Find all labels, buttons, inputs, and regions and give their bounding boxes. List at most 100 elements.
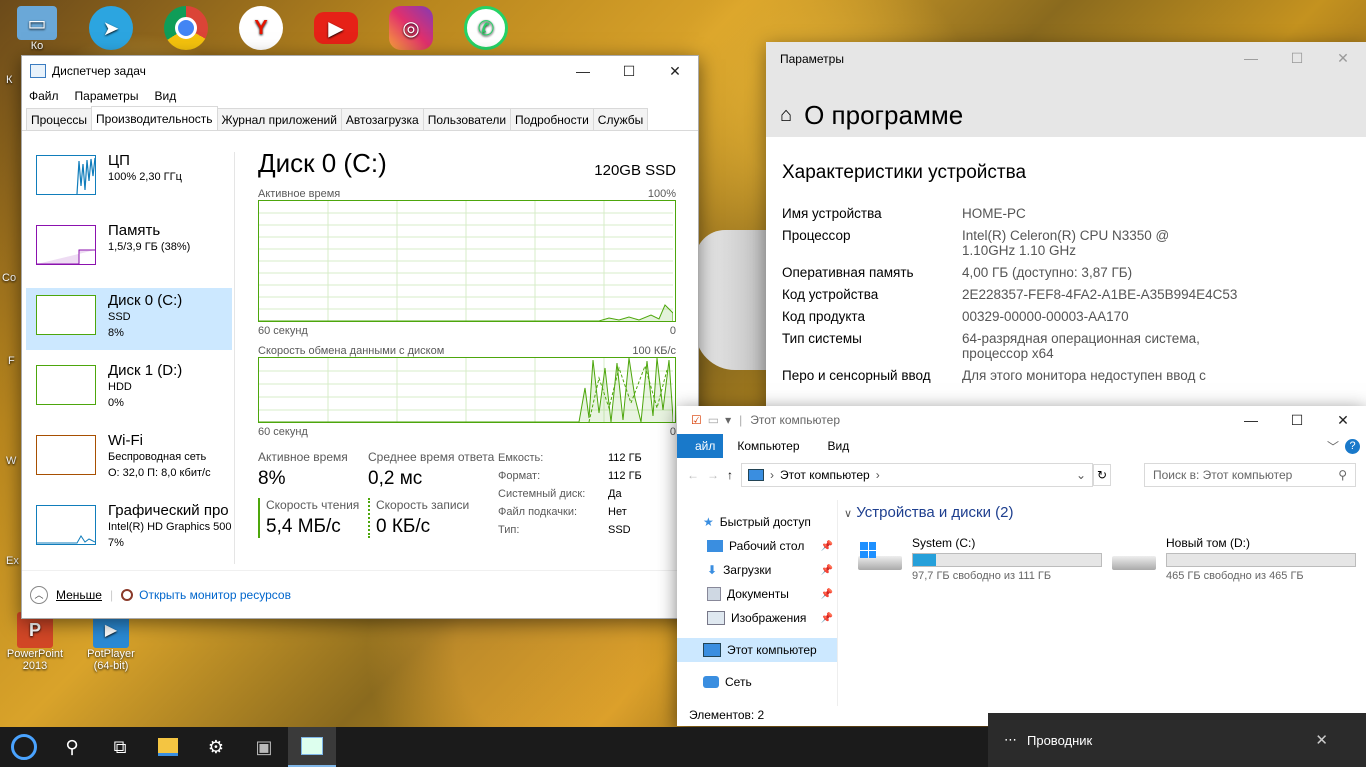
drive-usage-fill — [913, 554, 936, 566]
youtube-desktop-icon[interactable]: ▶ — [305, 6, 367, 44]
whatsapp-desktop-icon[interactable]: ✆ — [455, 6, 517, 50]
search-button[interactable]: ⚲ — [48, 727, 96, 767]
minimize-button[interactable]: — — [560, 56, 606, 86]
tab-processes[interactable]: Процессы — [26, 108, 93, 130]
help-icon[interactable]: ? — [1345, 438, 1360, 454]
graph2-min: 0 — [669, 426, 676, 438]
explorer-notification[interactable]: ⋯ Проводник ✕ — [988, 713, 1366, 767]
explorer-window: ☑ ▭ ▾ | Этот компьютер — ☐ ✕ айл Компьют… — [677, 406, 1366, 726]
notification-text: Проводник — [1027, 732, 1093, 748]
taskbar-task-manager[interactable] — [288, 727, 336, 767]
chevron-up-icon[interactable]: ︿ — [30, 585, 48, 604]
tab-performance[interactable]: Производительность — [91, 106, 218, 130]
address-dropdown-icon[interactable]: ⌄ — [1076, 468, 1086, 482]
minimize-button[interactable]: — — [1228, 42, 1274, 74]
minimize-button[interactable]: — — [1228, 406, 1274, 434]
up-arrow-icon[interactable]: ↑ — [727, 468, 733, 482]
ribbon-computer-tab[interactable]: Компьютер — [737, 439, 799, 453]
close-icon[interactable]: ✕ — [1315, 731, 1328, 749]
refresh-icon[interactable]: ↻ — [1093, 464, 1111, 486]
youtube-icon: ▶ — [314, 12, 358, 44]
nav-documents[interactable]: Документы 📌 — [677, 582, 837, 606]
taskbar-app[interactable]: ▣ — [240, 727, 288, 767]
maximize-button[interactable]: ☐ — [606, 56, 652, 86]
open-resource-monitor-link[interactable]: Открыть монитор ресурсов — [139, 588, 291, 602]
task-view-button[interactable]: ⧉ — [96, 727, 144, 767]
qat-dropdown-icon[interactable]: ▾ — [725, 413, 731, 427]
address-bar[interactable]: › Этот компьютер › ⌄ — [741, 463, 1093, 487]
nav-label: Рабочий стол — [729, 539, 805, 553]
close-button[interactable]: ✕ — [1320, 406, 1366, 434]
close-button[interactable]: ✕ — [1320, 42, 1366, 74]
menu-view[interactable]: Вид — [154, 89, 176, 103]
resource-wifi[interactable]: Wi-Fi Беспроводная сеть О: 32,0 П: 8,0 к… — [26, 428, 232, 490]
tab-users[interactable]: Пользователи — [422, 108, 512, 130]
instagram-desktop-icon[interactable]: ◎ — [380, 6, 442, 50]
nav-label: Изображения — [731, 611, 807, 625]
pin-icon[interactable]: 📌 — [821, 541, 833, 552]
taskbar-explorer[interactable] — [144, 727, 192, 767]
resource-detail: О: 32,0 П: 8,0 кбит/с — [108, 467, 211, 479]
tab-app-history[interactable]: Журнал приложений — [216, 108, 342, 130]
resource-gpu[interactable]: Графический про Intel(R) HD Graphics 500… — [26, 498, 232, 560]
nav-this-pc[interactable]: Этот компьютер — [677, 638, 837, 662]
properties-icon[interactable]: ▭ — [708, 413, 719, 427]
panel-divider — [234, 152, 235, 564]
forward-arrow-icon[interactable]: → — [707, 468, 719, 482]
fewer-details-link[interactable]: Меньше — [56, 588, 102, 602]
resource-disk1[interactable]: Диск 1 (D:) HDD 0% — [26, 358, 232, 420]
desktop-icon-label: Ко — [30, 40, 44, 52]
computer-icon — [703, 643, 721, 657]
menu-options[interactable]: Параметры — [75, 89, 139, 103]
pin-icon[interactable]: 📌 — [821, 565, 833, 576]
back-arrow-icon[interactable]: ← — [687, 468, 699, 482]
pin-icon[interactable]: 📌 — [821, 589, 833, 600]
computer-desktop-icon[interactable]: ▭ Ко — [6, 6, 68, 52]
maximize-button[interactable]: ☐ — [1274, 406, 1320, 434]
drive-c[interactable]: System (C:) 97,7 ГБ свободно из 111 ГБ — [858, 536, 1108, 582]
close-button[interactable]: ✕ — [652, 56, 698, 86]
ribbon-view-tab[interactable]: Вид — [828, 439, 850, 453]
navigation-pane: ★ Быстрый доступ Рабочий стол 📌 ⬇ Загрузки 📌… — [677, 510, 837, 694]
resource-memory[interactable]: Память 1,5/3,9 ГБ (38%) — [26, 218, 232, 280]
quick-access-toolbar-icon[interactable]: ☑ — [691, 413, 702, 427]
device-specs: Имя устройства HOME-PC Процессор Intel(R) … — [782, 206, 1342, 390]
nav-downloads[interactable]: ⬇ Загрузки 📌 — [677, 558, 837, 582]
potplayer-desktop-icon[interactable]: ▶ PotPlayer (64-bit) — [80, 612, 142, 672]
disk-properties: Емкость: 112 ГБ Формат: 112 ГБ Системный д… — [498, 452, 668, 538]
task-manager-titlebar[interactable]: Диспетчер задач — ☐ ✕ — [22, 56, 698, 86]
powerpoint-desktop-icon[interactable]: P PowerPoint 2013 — [4, 612, 66, 672]
spec-row: Оперативная память 4,00 ГБ (доступно: 3,8… — [782, 265, 1342, 280]
ribbon-file-tab[interactable]: айл — [677, 434, 724, 458]
search-input[interactable]: Поиск в: Этот компьютер ⚲ — [1144, 463, 1356, 487]
gear-icon: ⚙ — [207, 736, 225, 757]
nav-label: Документы — [727, 587, 789, 601]
explorer-titlebar[interactable]: ☑ ▭ ▾ | Этот компьютер — ☐ ✕ — [677, 406, 1366, 434]
spec-value: 4,00 ГБ (доступно: 3,87 ГБ) — [962, 265, 1133, 280]
resource-cpu[interactable]: ЦП 100% 2,30 ГГц — [26, 148, 232, 210]
resource-name: Диск 0 (C:) — [108, 292, 183, 309]
ribbon-expand-icon[interactable]: ﹀ — [1327, 438, 1339, 455]
home-icon[interactable]: ⌂ — [780, 104, 792, 127]
tab-details[interactable]: Подробности — [510, 108, 594, 130]
chrome-desktop-icon[interactable] — [155, 6, 217, 50]
resource-name: Графический про — [108, 502, 229, 519]
nav-pictures[interactable]: Изображения 📌 — [677, 606, 837, 630]
tab-startup[interactable]: Автозагрузка — [340, 108, 424, 130]
prop-key: Формат: — [498, 470, 541, 482]
yandex-desktop-icon[interactable]: Y — [230, 6, 292, 50]
menu-file[interactable]: Файл — [29, 89, 59, 103]
maximize-button[interactable]: ☐ — [1274, 42, 1320, 74]
taskbar-settings[interactable]: ⚙ — [192, 727, 240, 767]
whatsapp-icon: ✆ — [464, 6, 508, 50]
nav-quick-access[interactable]: ★ Быстрый доступ — [677, 510, 837, 534]
telegram-desktop-icon[interactable]: ➤ — [80, 6, 142, 50]
nav-network[interactable]: Сеть — [677, 670, 837, 694]
pin-icon[interactable]: 📌 — [821, 613, 833, 624]
drive-d[interactable]: Новый том (D:) 465 ГБ свободно из 465 ГБ — [1112, 536, 1362, 582]
resource-disk0[interactable]: Диск 0 (C:) SSD 8% — [26, 288, 232, 350]
tab-services[interactable]: Службы — [592, 108, 649, 130]
group-header[interactable]: ∨ Устройства и диски (2) — [844, 504, 1014, 521]
nav-desktop[interactable]: Рабочий стол 📌 — [677, 534, 837, 558]
start-button[interactable] — [0, 727, 48, 767]
